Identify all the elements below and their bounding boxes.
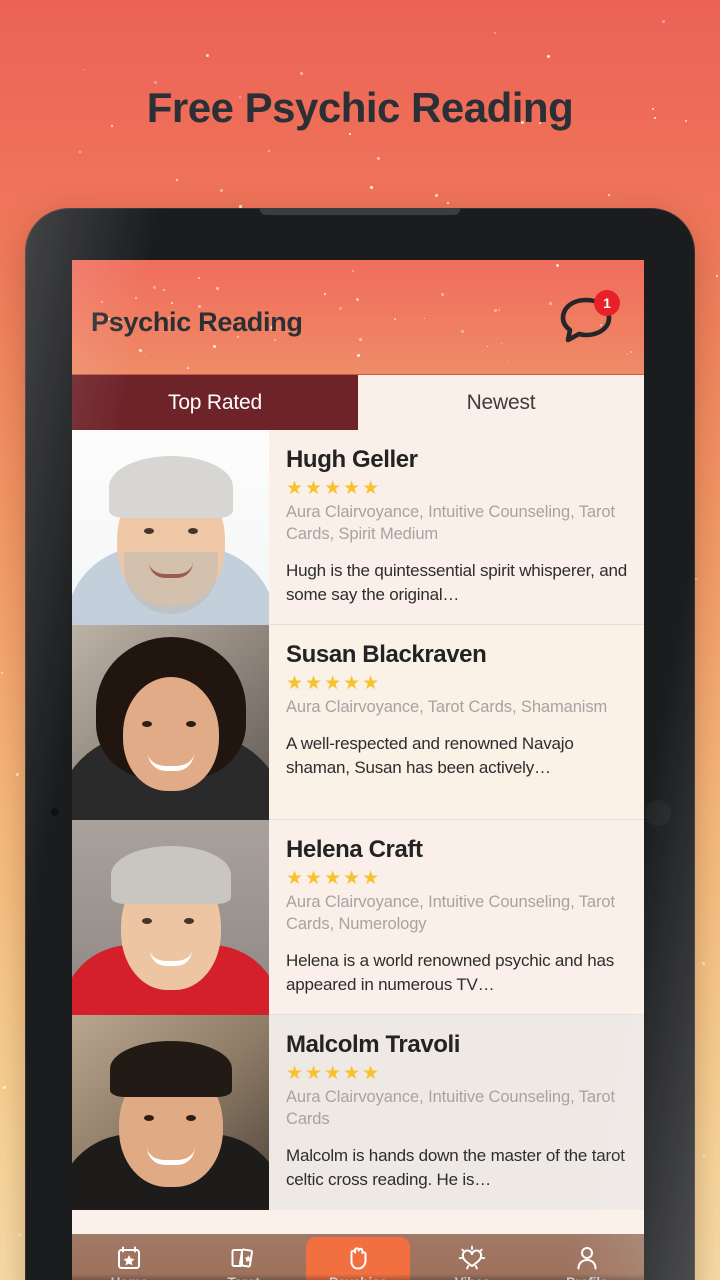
- filter-tabs: Top Rated Newest: [72, 375, 644, 430]
- nav-item-vibes[interactable]: Vibes: [415, 1234, 529, 1280]
- psychic-name: Malcolm Travoli: [286, 1031, 461, 1058]
- psychic-card[interactable]: Helena Craft ★★★★★ Aura Clairvoyance, In…: [72, 820, 644, 1015]
- rating-stars: ★★★★★: [286, 478, 382, 499]
- phone-left-side-button: [51, 808, 59, 816]
- nav-label-psychics: Psychics: [329, 1275, 387, 1280]
- phone-earpiece-speaker: [260, 208, 460, 215]
- psychic-avatar-photo: [72, 625, 269, 820]
- tab-top-rated[interactable]: Top Rated: [72, 375, 358, 430]
- psychic-blurb: Helena is a world renowned psychic and h…: [286, 951, 615, 994]
- psychic-specialties: Aura Clairvoyance, Intuitive Counseling,…: [286, 1088, 615, 1128]
- heart-rays-icon: [458, 1245, 486, 1271]
- psychic-name: Susan Blackraven: [286, 641, 487, 668]
- app-title: Psychic Reading: [91, 307, 303, 337]
- person-icon: [575, 1245, 599, 1271]
- psychic-avatar-photo: [72, 1015, 269, 1210]
- nav-item-profile[interactable]: Profile: [530, 1234, 644, 1280]
- calendar-star-icon: [116, 1245, 142, 1271]
- psychic-info: Helena Craft ★★★★★ Aura Clairvoyance, In…: [269, 820, 644, 1014]
- nav-label-profile: Profile: [566, 1275, 607, 1280]
- psychic-specialties: Aura Clairvoyance, Intuitive Counseling,…: [286, 893, 615, 933]
- promo-headline: Free Psychic Reading: [146, 84, 574, 131]
- app-screen: Psychic Reading 1 Top Rated Newest Hugh …: [72, 260, 644, 1280]
- bottom-navigation-bar: Home Tarot Ps: [72, 1234, 644, 1280]
- rating-stars: ★★★★★: [286, 868, 382, 889]
- tab-newest[interactable]: Newest: [358, 375, 644, 430]
- psychic-specialties: Aura Clairvoyance, Intuitive Counseling,…: [286, 503, 615, 543]
- tarot-cards-icon: [230, 1245, 258, 1271]
- nav-item-home[interactable]: Home: [72, 1234, 186, 1280]
- phone-device-frame: Psychic Reading 1 Top Rated Newest Hugh …: [25, 208, 695, 1280]
- nav-item-tarot[interactable]: Tarot: [186, 1234, 300, 1280]
- psychic-card[interactable]: Hugh Geller ★★★★★ Aura Clairvoyance, Int…: [72, 430, 644, 625]
- psychic-avatar-photo: [72, 430, 269, 625]
- psychic-specialties: Aura Clairvoyance, Tarot Cards, Shamanis…: [286, 698, 608, 716]
- nav-label-tarot: Tarot: [227, 1275, 259, 1280]
- nav-label-vibes: Vibes: [455, 1275, 490, 1280]
- phone-right-side-button: [645, 800, 671, 826]
- palm-hand-icon: [346, 1245, 370, 1271]
- psychic-name: Helena Craft: [286, 836, 423, 863]
- psychic-info: Hugh Geller ★★★★★ Aura Clairvoyance, Int…: [269, 430, 644, 624]
- psychic-blurb: Hugh is the quintessential spirit whispe…: [286, 561, 627, 604]
- psychic-card[interactable]: Malcolm Travoli ★★★★★ Aura Clairvoyance,…: [72, 1015, 644, 1210]
- psychic-info: Susan Blackraven ★★★★★ Aura Clairvoyance…: [269, 625, 644, 819]
- psychic-name: Hugh Geller: [286, 446, 418, 473]
- psychic-blurb: A well-respected and renowned Navajo sha…: [286, 734, 574, 777]
- psychic-info: Malcolm Travoli ★★★★★ Aura Clairvoyance,…: [269, 1015, 644, 1210]
- psychic-card[interactable]: Susan Blackraven ★★★★★ Aura Clairvoyance…: [72, 625, 644, 820]
- psychic-blurb: Malcolm is hands down the master of the …: [286, 1146, 625, 1189]
- chat-button[interactable]: 1: [558, 290, 620, 348]
- rating-stars: ★★★★★: [286, 673, 382, 694]
- chat-unread-badge: 1: [594, 290, 620, 316]
- rating-stars: ★★★★★: [286, 1063, 382, 1084]
- psychic-avatar-photo: [72, 820, 269, 1015]
- app-header: Psychic Reading 1: [72, 260, 644, 375]
- psychic-list: Hugh Geller ★★★★★ Aura Clairvoyance, Int…: [72, 430, 644, 1210]
- nav-item-psychics[interactable]: Psychics: [301, 1234, 415, 1280]
- nav-label-home: Home: [111, 1275, 148, 1280]
